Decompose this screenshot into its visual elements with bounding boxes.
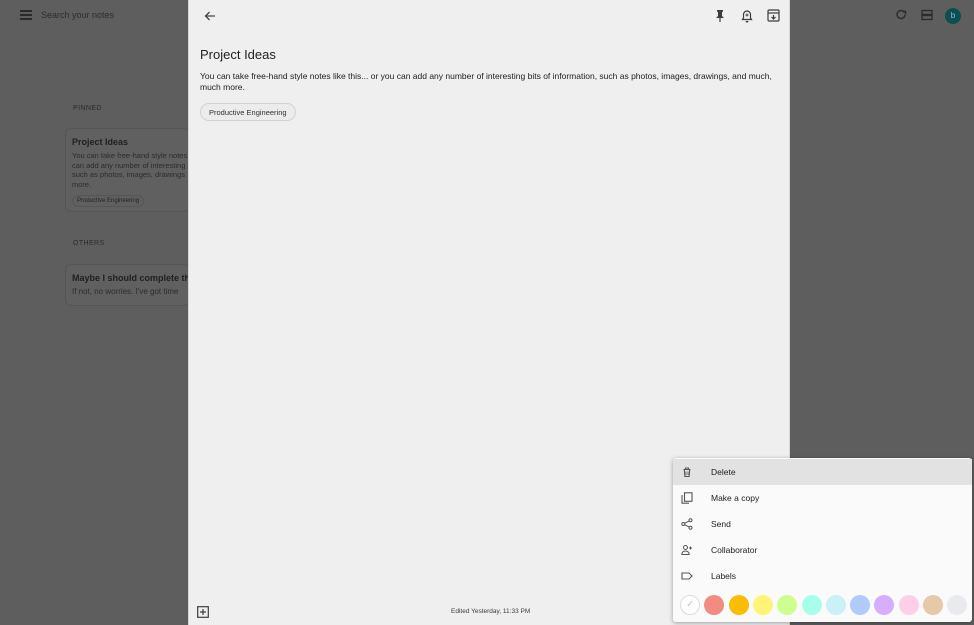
menu-item-make-a-copy[interactable]: Make a copy <box>673 485 972 511</box>
pinned-section-label: PINNED <box>73 105 102 112</box>
list-view-icon[interactable] <box>921 9 933 21</box>
refresh-icon[interactable] <box>895 9 907 21</box>
color-swatch[interactable] <box>923 595 943 615</box>
add-person-icon <box>681 545 692 555</box>
menu-item-label: Make a copy <box>711 493 760 503</box>
share-icon <box>681 518 693 530</box>
note-body[interactable]: You can take free-hand style notes like … <box>200 71 775 93</box>
color-swatch[interactable] <box>874 595 895 615</box>
color-swatch[interactable] <box>777 595 798 615</box>
color-swatch[interactable] <box>898 595 919 615</box>
menu-item-label: Collaborator <box>711 545 758 555</box>
note-card-body: You can take free-hand style notes can a… <box>72 151 188 189</box>
edited-timestamp: Edited Yesterday, 11:33 PM <box>451 608 531 615</box>
note-card-body: If not, no worries. I've got time <box>72 287 179 296</box>
reminder-bell-icon[interactable] <box>741 9 753 23</box>
menu-item-label: Send <box>711 519 731 529</box>
color-swatch[interactable] <box>825 595 846 615</box>
note-card-title: Maybe I should complete thi <box>72 273 190 283</box>
menu-item-labels[interactable]: Labels <box>673 563 972 589</box>
pin-icon[interactable] <box>714 9 726 23</box>
back-arrow-icon[interactable] <box>203 9 217 23</box>
menu-item-collaborator[interactable]: Collaborator <box>673 537 972 563</box>
color-swatch[interactable] <box>752 595 773 615</box>
others-section-label: OTHERS <box>73 240 105 247</box>
color-swatch-default[interactable]: ✓ <box>680 595 700 615</box>
menu-item-send[interactable]: Send <box>673 511 972 537</box>
hamburger-menu-icon[interactable] <box>20 10 32 20</box>
menu-item-delete[interactable]: Delete <box>673 459 972 485</box>
copy-icon <box>681 492 693 504</box>
pinned-note-card[interactable]: Project Ideas You can take free-hand sty… <box>65 128 190 212</box>
color-swatch[interactable] <box>850 595 871 615</box>
label-chip[interactable]: Productive Engineering <box>200 103 296 121</box>
color-swatch[interactable] <box>704 595 725 615</box>
menu-item-label: Labels <box>711 571 737 581</box>
label-icon <box>681 572 693 580</box>
note-title[interactable]: Project Ideas <box>200 47 276 62</box>
trash-icon <box>683 467 691 478</box>
avatar[interactable]: b <box>945 8 961 24</box>
note-card-title: Project Ideas <box>72 137 129 147</box>
note-options-menu: Delete Make a copy Send Collaborator Lab… <box>673 458 972 622</box>
color-swatch[interactable] <box>801 595 822 615</box>
menu-item-label: Delete <box>711 467 736 477</box>
note-card-label-chip: Productive Engineering <box>72 195 145 207</box>
add-box-icon[interactable] <box>197 606 209 618</box>
other-note-card[interactable]: Maybe I should complete thi If not, no w… <box>65 264 190 306</box>
color-swatch[interactable] <box>728 595 749 615</box>
search-input[interactable]: Search your notes <box>41 10 114 20</box>
checkmark-icon: ✓ <box>686 599 695 610</box>
color-swatch[interactable] <box>947 595 968 615</box>
archive-icon[interactable] <box>767 9 780 22</box>
